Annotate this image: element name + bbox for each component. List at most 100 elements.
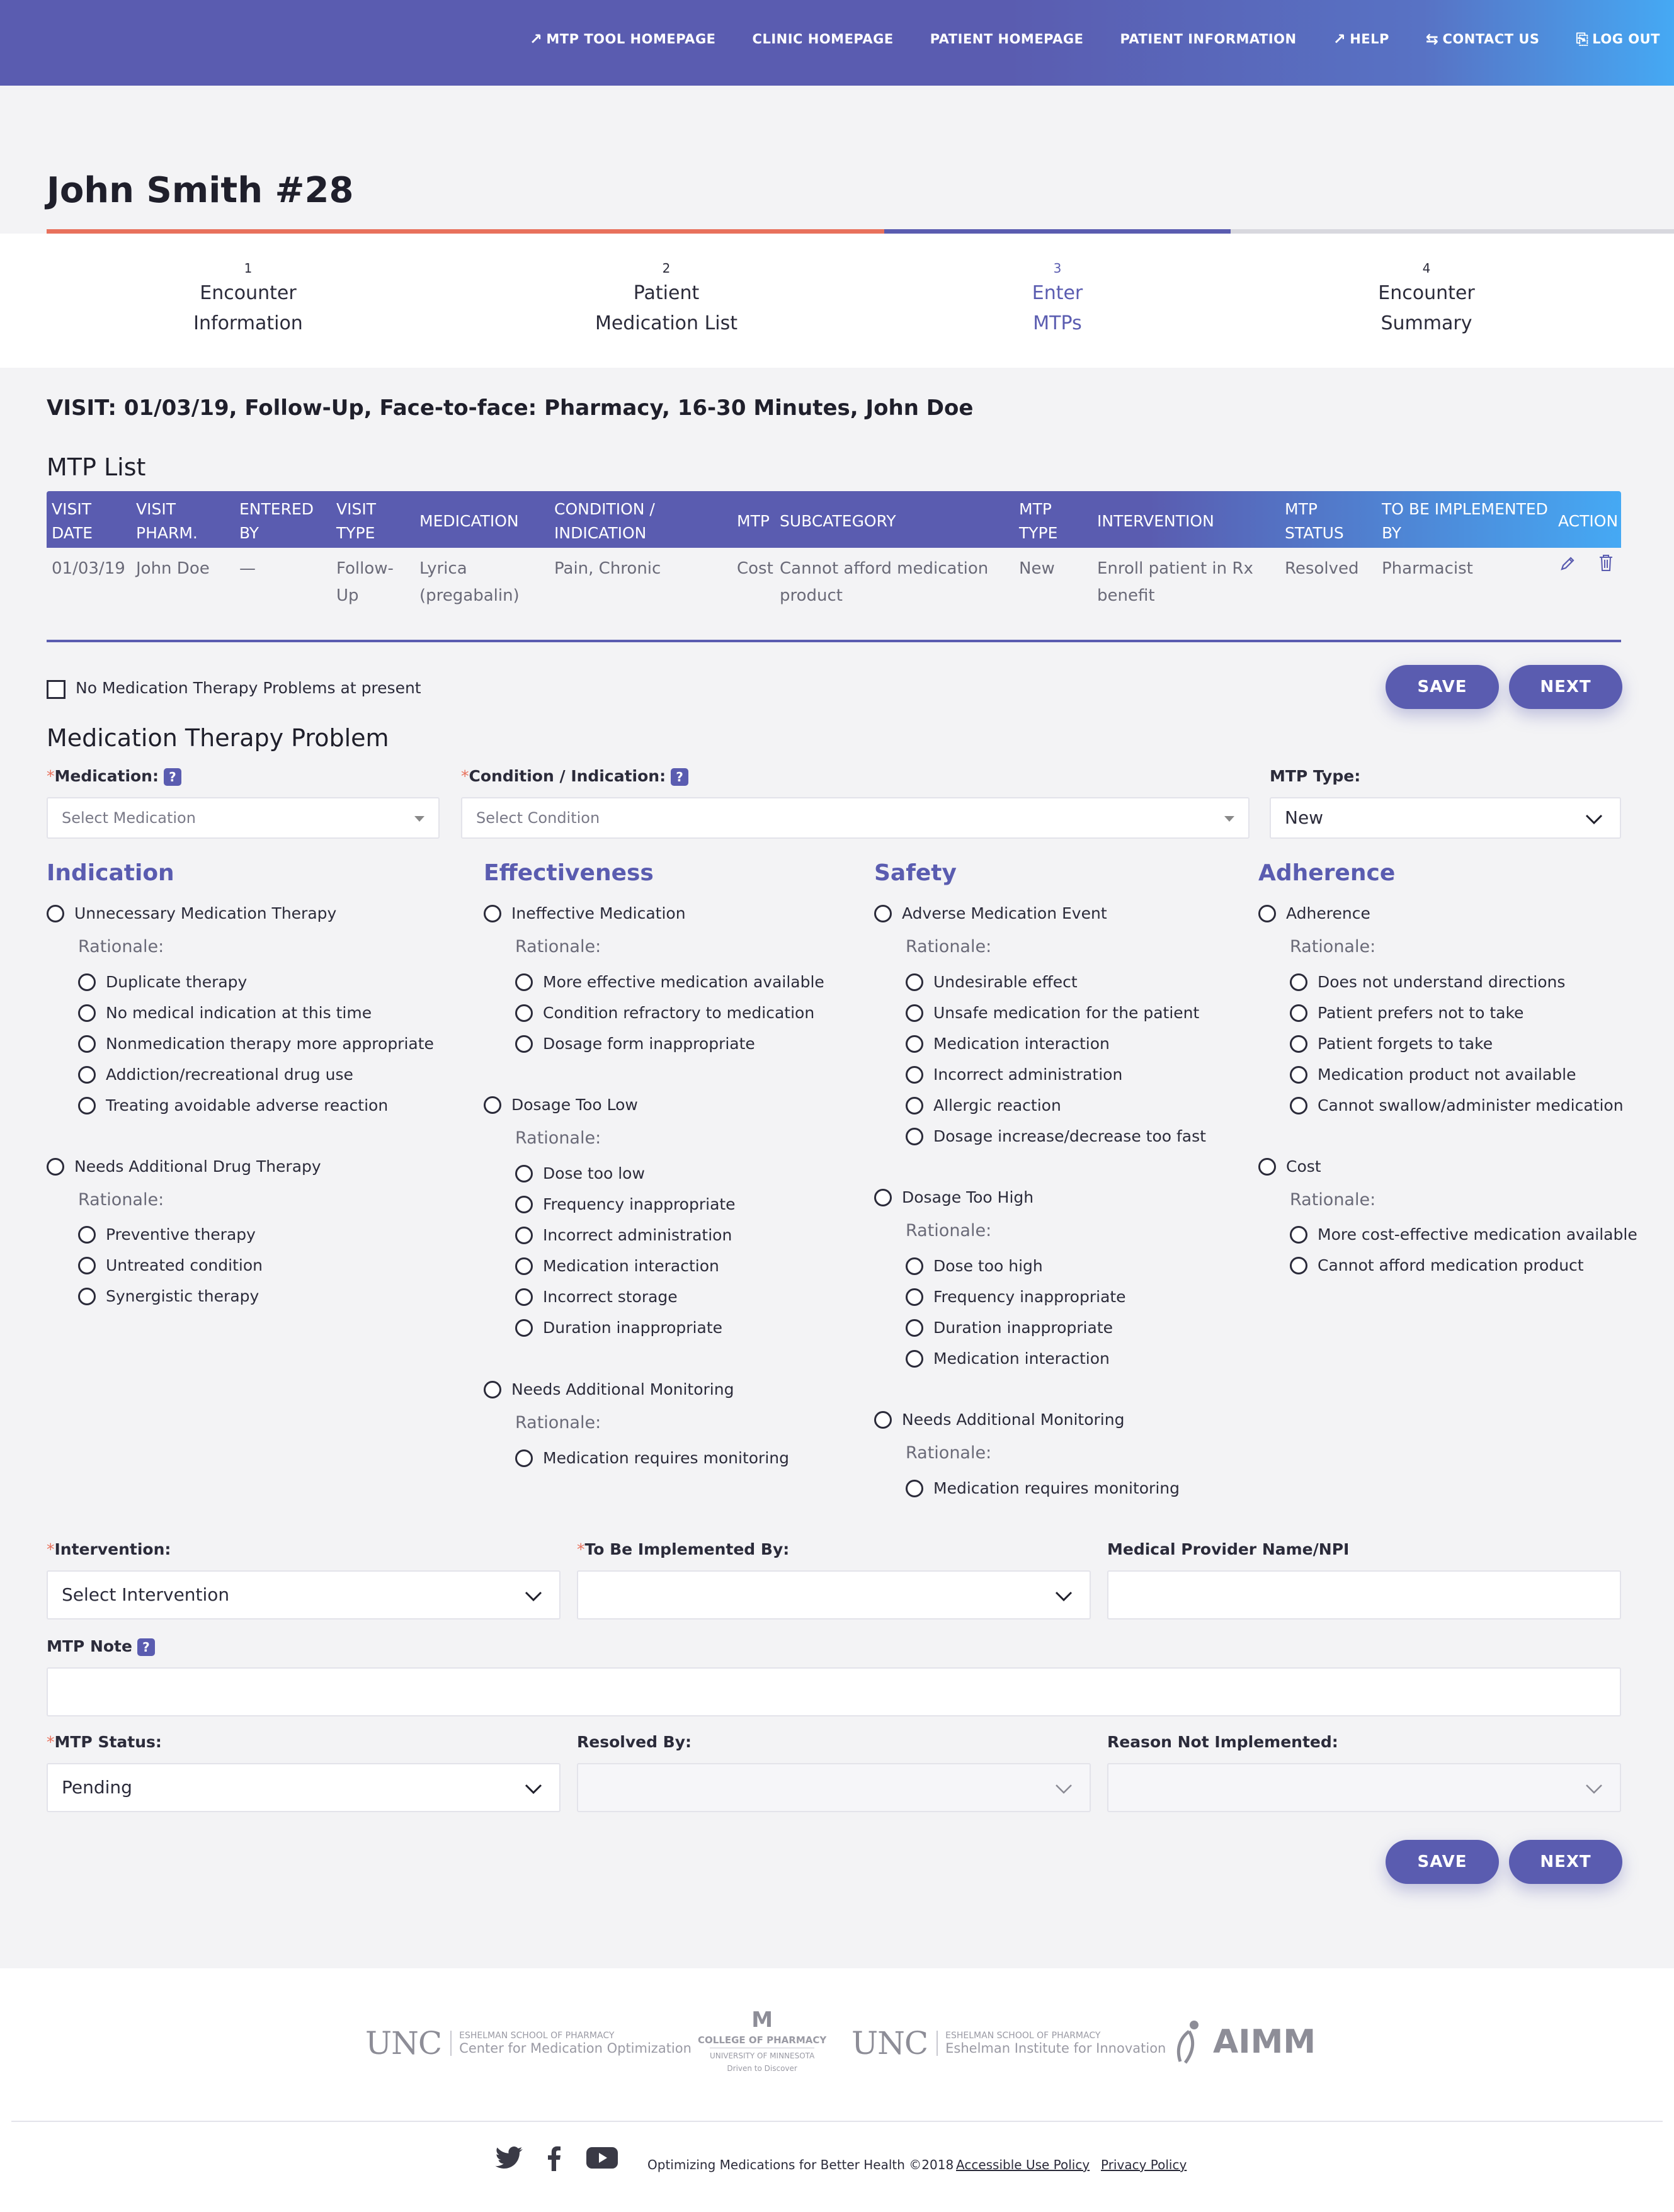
mtp-note-input[interactable] <box>47 1667 1621 1716</box>
implemented-by-label: *To Be Implemented By: <box>577 1540 790 1558</box>
radio-forgets-to-take[interactable]: Patient forgets to take <box>1290 1035 1493 1053</box>
radio-dose-too-high[interactable]: Dose too high <box>906 1257 1043 1275</box>
implemented-by-select[interactable] <box>577 1570 1091 1619</box>
step-encounter-summary[interactable]: 4 Encounter Summary <box>1301 262 1552 339</box>
radio-ineffective-medication[interactable]: Ineffective Medication <box>484 904 686 922</box>
help-icon[interactable]: ? <box>671 768 689 786</box>
delete-icon[interactable] <box>1597 553 1615 576</box>
radio-circle <box>1290 1065 1307 1084</box>
radio-dosage-change-too-fast[interactable]: Dosage increase/decrease too fast <box>906 1127 1206 1145</box>
nav-contact-us[interactable]: ⇆ CONTACT US <box>1426 31 1540 47</box>
radio-does-not-understand-directions[interactable]: Does not understand directions <box>1290 973 1565 991</box>
radio-synergistic-therapy[interactable]: Synergistic therapy <box>78 1287 259 1305</box>
mtp-status-label: *MTP Status: <box>47 1733 162 1751</box>
radio-undesirable-effect[interactable]: Undesirable effect <box>906 973 1078 991</box>
next-button[interactable]: NEXT <box>1509 665 1622 709</box>
radio-needs-additional-drug-therapy[interactable]: Needs Additional Drug Therapy <box>47 1157 321 1176</box>
radio-dosage-too-high[interactable]: Dosage Too High <box>874 1188 1033 1206</box>
radio-medication-interaction[interactable]: Medication interaction <box>515 1257 719 1275</box>
radio-needs-additional-monitoring[interactable]: Needs Additional Monitoring <box>874 1410 1124 1429</box>
next-button-bottom[interactable]: NEXT <box>1509 1840 1622 1884</box>
radio-no-medical-indication[interactable]: No medical indication at this time <box>78 1004 372 1022</box>
edit-icon[interactable] <box>1558 554 1577 576</box>
radio-duration-inappropriate[interactable]: Duration inappropriate <box>515 1319 722 1337</box>
radio-prefers-not-to-take[interactable]: Patient prefers not to take <box>1290 1004 1523 1022</box>
radio-medication-interaction[interactable]: Medication interaction <box>906 1035 1110 1053</box>
radio-dose-too-low[interactable]: Dose too low <box>515 1164 645 1183</box>
provider-input[interactable] <box>1107 1570 1621 1619</box>
no-mtp-label: No Medication Therapy Problems at presen… <box>76 679 421 697</box>
radio-circle <box>78 1256 96 1274</box>
resolved-by-select[interactable] <box>577 1763 1091 1812</box>
chevron-down-icon <box>1054 1587 1073 1606</box>
radio-adherence[interactable]: Adherence <box>1258 904 1370 922</box>
rationale-label: Rationale: <box>906 1221 992 1240</box>
radio-duration-inappropriate[interactable]: Duration inappropriate <box>906 1319 1113 1337</box>
radio-more-effective-medication[interactable]: More effective medication available <box>515 973 824 991</box>
save-button[interactable]: SAVE <box>1386 665 1499 709</box>
radio-cost[interactable]: Cost <box>1258 1157 1321 1176</box>
radio-condition-refractory[interactable]: Condition refractory to medication <box>515 1004 814 1022</box>
radio-preventive-therapy[interactable]: Preventive therapy <box>78 1225 256 1244</box>
radio-cannot-afford[interactable]: Cannot afford medication product <box>1290 1256 1584 1274</box>
radio-adverse-medication-event[interactable]: Adverse Medication Event <box>874 904 1107 922</box>
nav-clinic-homepage[interactable]: CLINIC HOMEPAGE <box>753 31 894 47</box>
nav-mtp-tool-homepage[interactable]: ↗ MTP TOOL HOMEPAGE <box>530 31 716 47</box>
step-patient-medication-list[interactable]: 2 Patient Medication List <box>540 262 792 339</box>
no-mtp-checkbox[interactable] <box>47 680 65 699</box>
radio-nonmedication-therapy[interactable]: Nonmedication therapy more appropriate <box>78 1035 434 1053</box>
twitter-icon[interactable] <box>495 2146 524 2176</box>
nav-help[interactable]: ↗ HELP <box>1333 31 1389 47</box>
radio-medication-requires-monitoring[interactable]: Medication requires monitoring <box>906 1479 1180 1497</box>
nav-log-out[interactable]: ⎘ LOG OUT <box>1576 31 1660 47</box>
radio-duplicate-therapy[interactable]: Duplicate therapy <box>78 973 247 991</box>
radio-incorrect-administration[interactable]: Incorrect administration <box>906 1065 1122 1084</box>
step-label-line1: Encounter <box>1378 282 1475 304</box>
help-icon[interactable]: ? <box>163 768 181 786</box>
radio-allergic-reaction[interactable]: Allergic reaction <box>906 1096 1061 1115</box>
radio-untreated-condition[interactable]: Untreated condition <box>78 1256 263 1274</box>
nav-patient-information[interactable]: PATIENT INFORMATION <box>1120 31 1296 47</box>
radio-product-not-available[interactable]: Medication product not available <box>1290 1065 1576 1084</box>
radio-circle <box>515 973 533 991</box>
privacy-policy-link[interactable]: Privacy Policy <box>1101 2157 1187 2172</box>
accessible-use-policy-link[interactable]: Accessible Use Policy <box>956 2157 1090 2172</box>
radio-needs-additional-monitoring[interactable]: Needs Additional Monitoring <box>484 1380 734 1398</box>
mtp-type-select[interactable]: New <box>1270 797 1621 839</box>
umn-college-of-pharmacy-logo[interactable]: M COLLEGE OF PHARMACY UNIVERSITY OF MINN… <box>698 2007 826 2073</box>
nav-label: CONTACT US <box>1442 31 1540 47</box>
radio-dosage-too-low[interactable]: Dosage Too Low <box>484 1096 638 1114</box>
radio-frequency-inappropriate[interactable]: Frequency inappropriate <box>906 1288 1126 1306</box>
aimm-logo[interactable]: AIMM <box>1170 2019 1316 2065</box>
rationale-label: Rationale: <box>515 1413 601 1432</box>
radio-treating-avoidable-reaction[interactable]: Treating avoidable adverse reaction <box>78 1096 388 1115</box>
step-enter-mtps[interactable]: 3 Enter MTPs <box>931 262 1183 339</box>
radio-more-cost-effective[interactable]: More cost-effective medication available <box>1290 1225 1637 1244</box>
radio-addiction-drug-use[interactable]: Addiction/recreational drug use <box>78 1065 353 1084</box>
radio-incorrect-storage[interactable]: Incorrect storage <box>515 1288 678 1306</box>
footer-divider <box>11 2121 1663 2122</box>
facebook-icon[interactable] <box>547 2146 562 2177</box>
mtp-status-select[interactable]: Pending <box>47 1763 561 1812</box>
radio-dosage-form-inappropriate[interactable]: Dosage form inappropriate <box>515 1035 755 1053</box>
radio-unsafe-medication[interactable]: Unsafe medication for the patient <box>906 1004 1199 1022</box>
reason-not-implemented-select[interactable] <box>1107 1763 1621 1812</box>
radio-unnecessary-medication-therapy[interactable]: Unnecessary Medication Therapy <box>47 904 336 922</box>
radio-frequency-inappropriate[interactable]: Frequency inappropriate <box>515 1195 736 1213</box>
condition-select[interactable]: Select Condition <box>461 797 1250 839</box>
radio-circle <box>78 1096 96 1115</box>
unc-eshelman-institute-logo[interactable]: UNC ESHELMAN SCHOOL OF PHARMACY Eshelman… <box>851 2025 1166 2062</box>
nav-patient-homepage[interactable]: PATIENT HOMEPAGE <box>930 31 1084 47</box>
medication-select[interactable]: Select Medication <box>47 797 440 839</box>
col-implemented-by: TO BE IMPLEMENTED BY <box>1382 500 1548 542</box>
intervention-select[interactable]: Select Intervention <box>47 1570 561 1619</box>
youtube-icon[interactable] <box>586 2146 618 2176</box>
radio-medication-requires-monitoring[interactable]: Medication requires monitoring <box>515 1449 789 1467</box>
radio-incorrect-administration[interactable]: Incorrect administration <box>515 1226 732 1244</box>
help-icon[interactable]: ? <box>137 1638 155 1656</box>
radio-medication-interaction[interactable]: Medication interaction <box>906 1349 1110 1368</box>
radio-cannot-swallow[interactable]: Cannot swallow/administer medication <box>1290 1096 1624 1115</box>
step-encounter-information[interactable]: 1 Encounter Information <box>122 262 374 339</box>
save-button-bottom[interactable]: SAVE <box>1386 1840 1499 1884</box>
unc-medication-optimization-logo[interactable]: UNC ESHELMAN SCHOOL OF PHARMACY Center f… <box>365 2025 692 2062</box>
